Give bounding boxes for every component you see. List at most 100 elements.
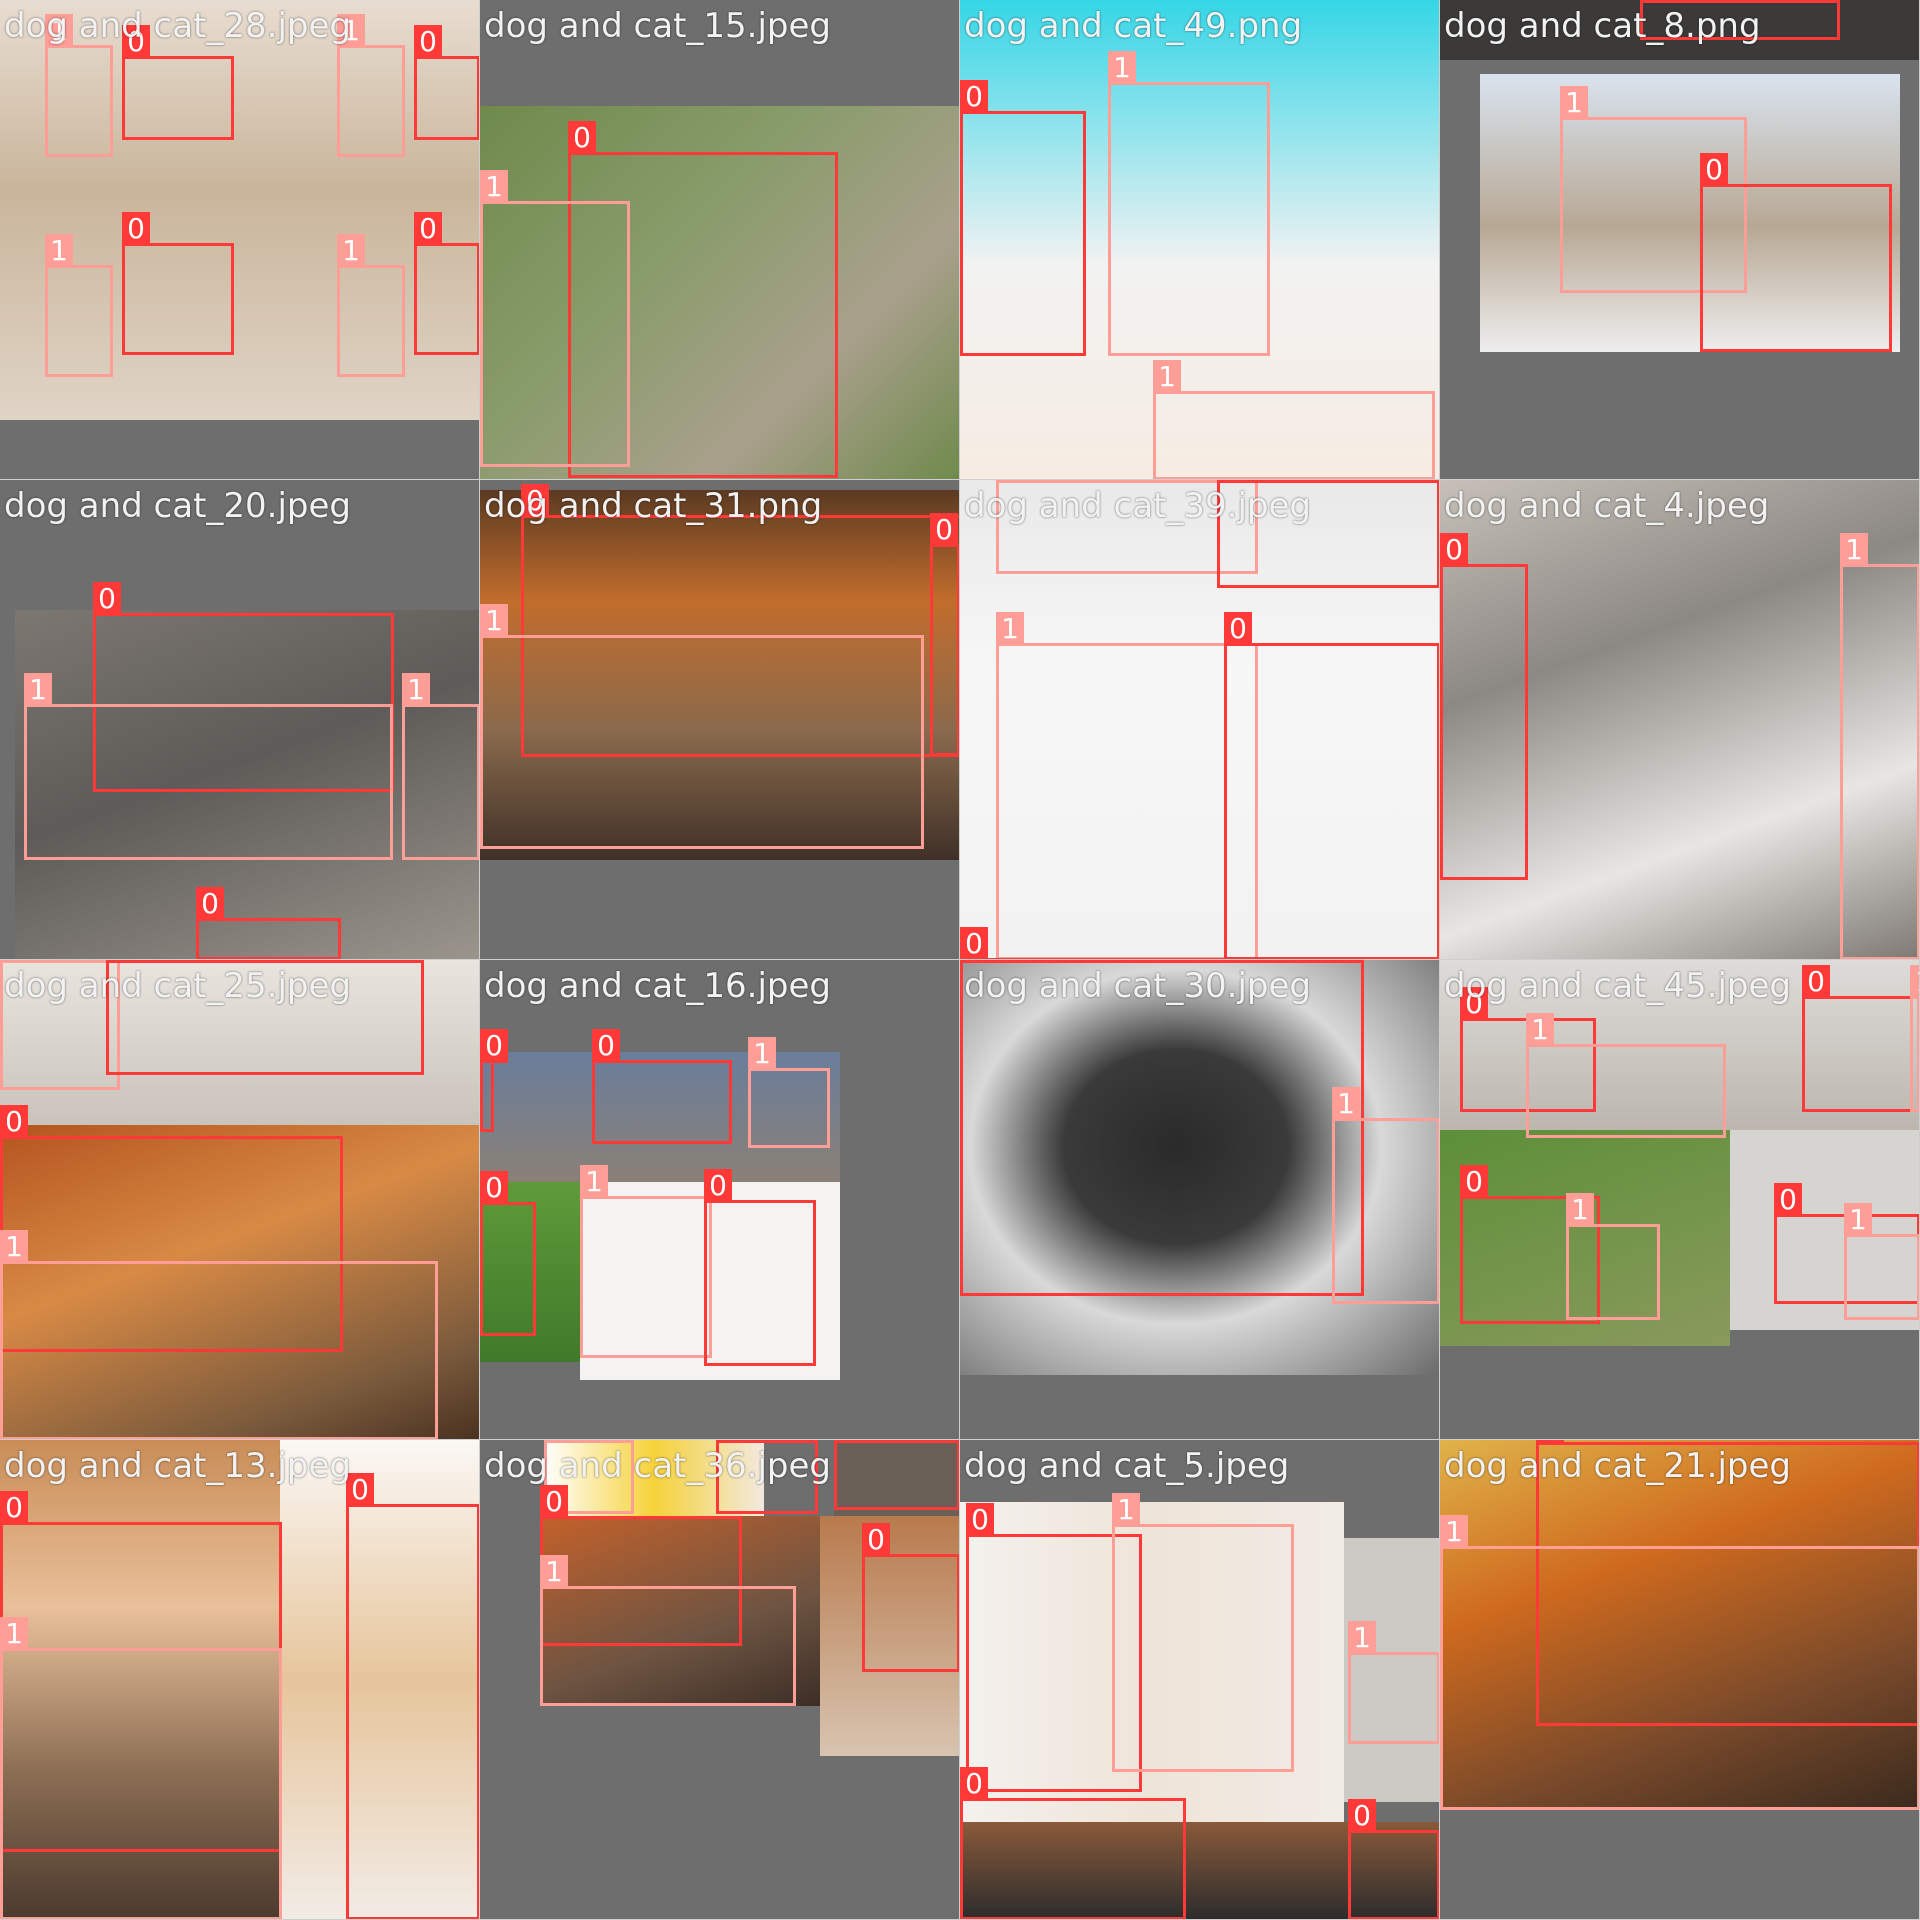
image-tile: dog and cat_5.jpeg 0 1 1 0 0 bbox=[960, 1440, 1440, 1920]
tile-title: dog and cat_15.jpeg bbox=[484, 6, 832, 46]
bounding-box: 0 bbox=[1700, 153, 1892, 352]
bounding-box: 1 bbox=[1112, 1493, 1294, 1772]
bounding-box: 1 bbox=[480, 170, 630, 467]
tile-title: dog and cat_39.jpeg bbox=[964, 486, 1312, 526]
bounding-box: 1 bbox=[1526, 1013, 1726, 1138]
class-label: 1 bbox=[1566, 1193, 1594, 1227]
class-label: 1 bbox=[580, 1165, 608, 1199]
class-label: 0 bbox=[196, 887, 224, 921]
tile-title: dog and cat_30.jpeg bbox=[964, 966, 1312, 1006]
bounding-box: 0 bbox=[930, 513, 959, 756]
tile-title: dog and cat_5.jpeg bbox=[964, 1446, 1290, 1486]
class-label: 0 bbox=[1640, 0, 1668, 3]
bounding-box: 0 bbox=[592, 1029, 732, 1144]
bounding-box: 1 bbox=[402, 673, 479, 860]
class-label: 1 bbox=[0, 1617, 28, 1651]
class-label: 0 bbox=[480, 1171, 508, 1205]
class-label: 0 bbox=[1700, 153, 1728, 187]
bounding-box: 0 bbox=[414, 25, 479, 140]
bounding-box: 1 bbox=[0, 1230, 438, 1439]
class-label: 0 bbox=[568, 121, 596, 155]
class-label: 0 bbox=[1440, 533, 1468, 567]
tile-title: dog and cat_21.jpeg bbox=[1444, 1446, 1792, 1486]
bounding-box: 1 bbox=[996, 612, 1258, 959]
class-label: 1 bbox=[1440, 1515, 1468, 1549]
class-label: 0 bbox=[930, 513, 958, 547]
class-label: 1 bbox=[1108, 51, 1136, 85]
bounding-box: 0 bbox=[480, 1029, 508, 1132]
class-label: 0 bbox=[93, 582, 121, 616]
bounding-box: 1 bbox=[1910, 965, 1919, 1112]
class-label: 0 bbox=[960, 80, 988, 114]
class-label: 1 bbox=[0, 960, 28, 963]
class-label: 1 bbox=[748, 1037, 776, 1071]
class-label: 0 bbox=[592, 1029, 620, 1063]
class-label: 0 bbox=[960, 1767, 988, 1801]
bounding-box: 0 bbox=[346, 1473, 479, 1919]
class-label: 0 bbox=[862, 1523, 890, 1557]
bounding-box: 1 bbox=[480, 604, 924, 849]
image-tile: dog and cat_4.jpeg 0 1 bbox=[1440, 480, 1920, 960]
class-label: 0 bbox=[1774, 1183, 1802, 1217]
class-label: 0 bbox=[0, 1491, 28, 1525]
tile-title: dog and cat_20.jpeg bbox=[4, 486, 352, 526]
class-label: 0 bbox=[1802, 965, 1830, 999]
image-tile: dog and cat_25.jpeg 1 0 0 1 bbox=[0, 960, 480, 1440]
bounding-box: 0 bbox=[414, 212, 479, 355]
bounding-box: 1 bbox=[1840, 533, 1919, 959]
image-tile: dog and cat_49.png 0 1 1 bbox=[960, 0, 1440, 480]
class-label: 1 bbox=[1840, 533, 1868, 567]
class-label: 1 bbox=[996, 480, 1024, 483]
bounding-box: 1 bbox=[1440, 1515, 1919, 1810]
bounding-box: 1 bbox=[1348, 1621, 1439, 1744]
bounding-box: 0 bbox=[1224, 612, 1439, 959]
bounding-box: 1 bbox=[0, 1617, 282, 1919]
bounding-box: 1 bbox=[337, 234, 405, 377]
class-label: 0 bbox=[106, 960, 134, 963]
class-label: 0 bbox=[834, 1440, 862, 1443]
class-label: 0 bbox=[1348, 1799, 1376, 1833]
class-label: 0 bbox=[716, 1440, 744, 1443]
tile-title: dog and cat_16.jpeg bbox=[484, 966, 832, 1006]
tile-title: dog and cat_25.jpeg bbox=[4, 966, 352, 1006]
bounding-box: 1 bbox=[1153, 360, 1435, 479]
bounding-box: 1 bbox=[1332, 1087, 1439, 1304]
image-tile: dog and cat_39.jpeg 1 0 1 0 0 bbox=[960, 480, 1440, 960]
image-tile: dog and cat_21.jpeg 0 1 bbox=[1440, 1440, 1920, 1920]
bounding-box: 0 bbox=[960, 960, 1364, 1296]
class-label: 0 bbox=[1460, 1165, 1488, 1199]
bounding-box: 0 bbox=[122, 212, 234, 355]
bounding-box: 0 bbox=[1348, 1799, 1439, 1919]
bounding-box: 1 bbox=[45, 14, 113, 157]
bounding-box: 0 bbox=[1802, 965, 1919, 1112]
class-label: 0 bbox=[1217, 480, 1245, 483]
class-label: 0 bbox=[0, 1105, 28, 1139]
class-label: 1 bbox=[337, 234, 365, 268]
class-label: 1 bbox=[1348, 1621, 1376, 1655]
bounding-box: 1 bbox=[580, 1165, 712, 1358]
image-tile: dog and cat_16.jpeg 0 0 1 0 1 0 bbox=[480, 960, 960, 1440]
image-tile: dog and cat_13.jpeg 0 1 0 bbox=[0, 1440, 480, 1920]
class-label: 1 bbox=[1332, 1087, 1360, 1121]
class-label: 1 bbox=[0, 1230, 28, 1264]
class-label: 1 bbox=[1526, 1013, 1554, 1047]
class-label: 1 bbox=[1153, 360, 1181, 394]
class-label: 1 bbox=[540, 1555, 568, 1589]
class-label: 1 bbox=[1560, 86, 1588, 120]
image-tile: dog and cat_15.jpeg 0 1 bbox=[480, 0, 960, 480]
class-label: 1 bbox=[1112, 1493, 1140, 1527]
tile-title: dog and cat_28.jpeg bbox=[4, 6, 352, 46]
bounding-box: 0 bbox=[480, 1171, 536, 1336]
bounding-box: 0 bbox=[196, 887, 341, 959]
bounding-box: 1 bbox=[45, 234, 113, 377]
bounding-box: 1 bbox=[1566, 1193, 1660, 1320]
bounding-box: 1 bbox=[337, 14, 405, 157]
bounding-box: 0 bbox=[960, 80, 1086, 356]
bounding-box: 0 bbox=[960, 1767, 1186, 1919]
class-label: 1 bbox=[1910, 965, 1919, 999]
class-label: 0 bbox=[960, 927, 988, 959]
mosaic-grid: dog and cat_28.jpeg 1 0 1 0 1 0 1 0 dog … bbox=[0, 0, 1920, 1920]
class-label: 1 bbox=[24, 673, 52, 707]
tile-title: dog and cat_31.png bbox=[484, 486, 823, 526]
class-label: 0 bbox=[966, 1503, 994, 1537]
